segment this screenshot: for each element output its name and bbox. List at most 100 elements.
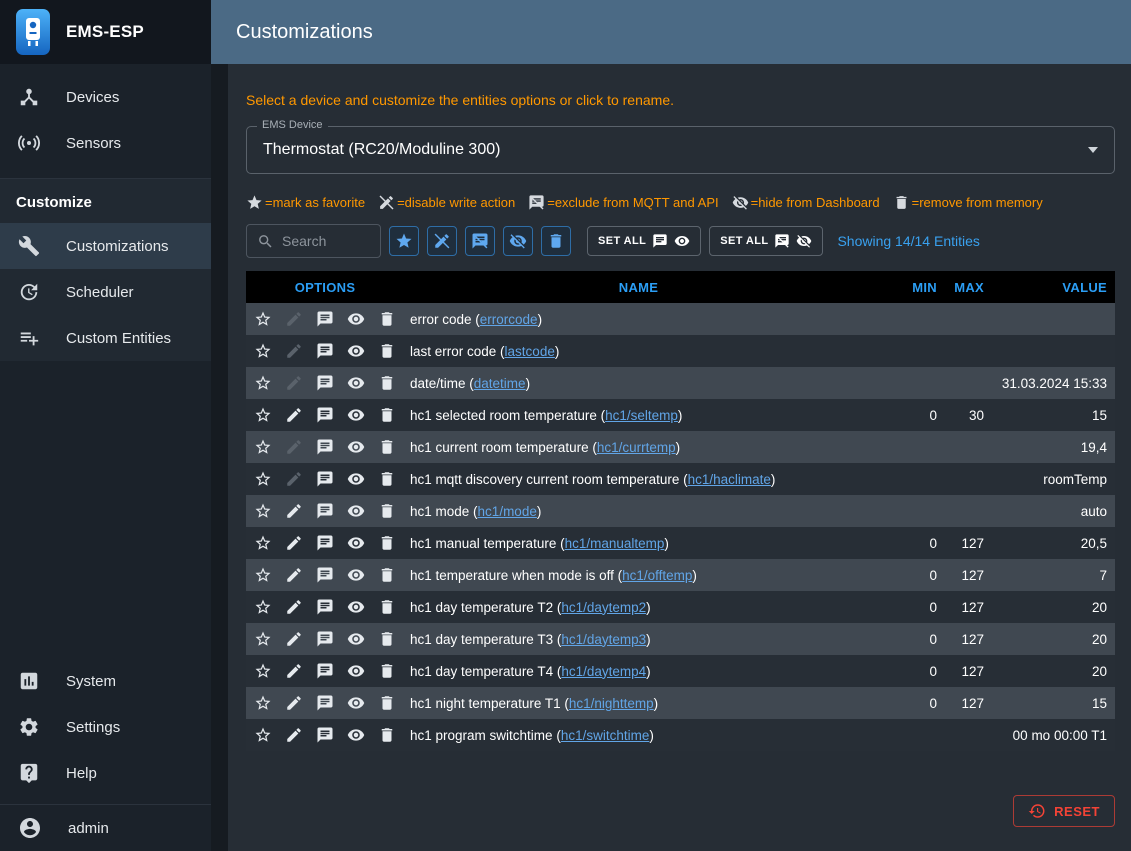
filter-remove-button[interactable]: [541, 226, 571, 256]
mqtt-exclude-button[interactable]: [312, 722, 338, 748]
delete-button[interactable]: [374, 722, 400, 748]
entity-link[interactable]: hc1/manualtemp: [565, 536, 665, 551]
edit-button[interactable]: [281, 402, 307, 428]
entity-link[interactable]: hc1/daytemp2: [561, 600, 646, 615]
mqtt-exclude-button[interactable]: [312, 434, 338, 460]
edit-button[interactable]: [281, 434, 307, 460]
favorite-button[interactable]: [250, 530, 276, 556]
mqtt-exclude-button[interactable]: [312, 306, 338, 332]
sidebar-item-settings[interactable]: Settings: [0, 704, 211, 750]
sidebar-item-sensors[interactable]: Sensors: [0, 120, 211, 166]
mqtt-exclude-button[interactable]: [312, 594, 338, 620]
filter-disable-write-button[interactable]: [427, 226, 457, 256]
mqtt-exclude-button[interactable]: [312, 530, 338, 556]
delete-button[interactable]: [374, 466, 400, 492]
edit-button[interactable]: [281, 722, 307, 748]
sidebar-item-devices[interactable]: Devices: [0, 74, 211, 120]
favorite-button[interactable]: [250, 722, 276, 748]
delete-button[interactable]: [374, 498, 400, 524]
favorite-button[interactable]: [250, 658, 276, 684]
favorite-button[interactable]: [250, 594, 276, 620]
filter-mqtt-exclude-button[interactable]: [465, 226, 495, 256]
favorite-button[interactable]: [250, 562, 276, 588]
visibility-button[interactable]: [343, 338, 369, 364]
entity-link[interactable]: hc1/seltemp: [605, 408, 678, 423]
edit-button[interactable]: [281, 498, 307, 524]
favorite-button[interactable]: [250, 690, 276, 716]
entity-link[interactable]: hc1/currtemp: [597, 440, 676, 455]
set-all-include-button[interactable]: SET ALL: [587, 226, 701, 256]
edit-button[interactable]: [281, 466, 307, 492]
visibility-button[interactable]: [343, 498, 369, 524]
entity-link[interactable]: hc1/nighttemp: [569, 696, 654, 711]
edit-button[interactable]: [281, 562, 307, 588]
sidebar-item-customizations[interactable]: Customizations: [0, 223, 211, 269]
entity-link[interactable]: errorcode: [480, 312, 538, 327]
visibility-button[interactable]: [343, 562, 369, 588]
favorite-button[interactable]: [250, 370, 276, 396]
mqtt-exclude-button[interactable]: [312, 370, 338, 396]
set-all-exclude-button[interactable]: SET ALL: [709, 226, 823, 256]
visibility-button[interactable]: [343, 594, 369, 620]
favorite-button[interactable]: [250, 466, 276, 492]
sidebar-item-scheduler[interactable]: Scheduler: [0, 269, 211, 315]
edit-button[interactable]: [281, 626, 307, 652]
reset-button[interactable]: RESET: [1013, 795, 1115, 827]
edit-button[interactable]: [281, 370, 307, 396]
delete-button[interactable]: [374, 690, 400, 716]
search-input[interactable]: [282, 233, 362, 249]
sidebar-item-system[interactable]: System: [0, 658, 211, 704]
visibility-button[interactable]: [343, 626, 369, 652]
visibility-button[interactable]: [343, 722, 369, 748]
mqtt-exclude-button[interactable]: [312, 402, 338, 428]
delete-button[interactable]: [374, 434, 400, 460]
mqtt-exclude-button[interactable]: [312, 626, 338, 652]
mqtt-exclude-button[interactable]: [312, 498, 338, 524]
delete-button[interactable]: [374, 370, 400, 396]
favorite-button[interactable]: [250, 338, 276, 364]
entity-link[interactable]: hc1/switchtime: [561, 728, 650, 743]
edit-button[interactable]: [281, 658, 307, 684]
edit-button[interactable]: [281, 530, 307, 556]
delete-button[interactable]: [374, 306, 400, 332]
edit-button[interactable]: [281, 338, 307, 364]
favorite-button[interactable]: [250, 434, 276, 460]
mqtt-exclude-button[interactable]: [312, 338, 338, 364]
filter-favorite-button[interactable]: [389, 226, 419, 256]
mqtt-exclude-button[interactable]: [312, 690, 338, 716]
entity-link[interactable]: hc1/daytemp4: [561, 664, 646, 679]
favorite-button[interactable]: [250, 498, 276, 524]
mqtt-exclude-button[interactable]: [312, 658, 338, 684]
favorite-button[interactable]: [250, 626, 276, 652]
visibility-button[interactable]: [343, 658, 369, 684]
favorite-button[interactable]: [250, 402, 276, 428]
device-select[interactable]: EMS Device Thermostat (RC20/Moduline 300…: [246, 126, 1115, 174]
mqtt-exclude-button[interactable]: [312, 562, 338, 588]
visibility-button[interactable]: [343, 434, 369, 460]
delete-button[interactable]: [374, 562, 400, 588]
visibility-button[interactable]: [343, 466, 369, 492]
sidebar-user-admin[interactable]: admin: [0, 805, 211, 851]
sidebar-item-custom-entities[interactable]: Custom Entities: [0, 315, 211, 361]
delete-button[interactable]: [374, 626, 400, 652]
entity-link[interactable]: lastcode: [505, 344, 555, 359]
visibility-button[interactable]: [343, 530, 369, 556]
delete-button[interactable]: [374, 594, 400, 620]
entity-link[interactable]: hc1/offtemp: [622, 568, 692, 583]
entity-link[interactable]: hc1/haclimate: [688, 472, 771, 487]
visibility-button[interactable]: [343, 402, 369, 428]
delete-button[interactable]: [374, 402, 400, 428]
delete-button[interactable]: [374, 338, 400, 364]
delete-button[interactable]: [374, 658, 400, 684]
visibility-button[interactable]: [343, 690, 369, 716]
filter-hide-dashboard-button[interactable]: [503, 226, 533, 256]
visibility-button[interactable]: [343, 306, 369, 332]
edit-button[interactable]: [281, 690, 307, 716]
visibility-button[interactable]: [343, 370, 369, 396]
favorite-button[interactable]: [250, 306, 276, 332]
entity-link[interactable]: datetime: [474, 376, 526, 391]
sidebar-item-help[interactable]: Help: [0, 750, 211, 796]
edit-button[interactable]: [281, 306, 307, 332]
mqtt-exclude-button[interactable]: [312, 466, 338, 492]
delete-button[interactable]: [374, 530, 400, 556]
